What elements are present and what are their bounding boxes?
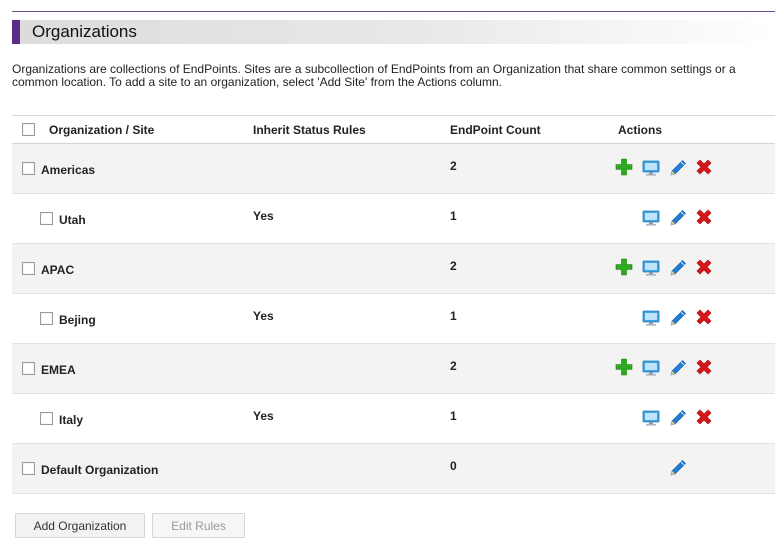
monitor-icon[interactable] (641, 208, 661, 228)
endpoint-count: 1 (450, 209, 457, 223)
row-checkbox[interactable] (40, 212, 53, 225)
top-divider (12, 11, 775, 12)
organizations-table: Organization / Site Inherit Status Rules… (12, 115, 775, 494)
pencil-icon[interactable] (668, 308, 688, 328)
row-checkbox[interactable] (22, 462, 35, 475)
inherit-status-value: Yes (253, 309, 274, 323)
endpoint-count: 1 (450, 409, 457, 423)
site-name: Bejing (59, 313, 96, 327)
endpoint-count: 0 (450, 459, 457, 473)
column-header-inherit[interactable]: Inherit Status Rules (253, 123, 366, 137)
organization-name: APAC (41, 263, 75, 277)
plus-icon[interactable] (614, 157, 634, 177)
column-header-actions: Actions (618, 123, 663, 137)
delete-icon[interactable] (694, 207, 714, 227)
row-checkbox[interactable] (40, 412, 53, 425)
endpoint-count: 2 (450, 159, 457, 173)
pencil-icon[interactable] (668, 258, 688, 278)
add-organization-button[interactable]: Add Organization (15, 513, 145, 538)
table-row: APAC 2 (12, 244, 775, 294)
table-row: Bejing Yes 1 (12, 294, 775, 344)
site-name: Italy (59, 413, 84, 427)
table-row: Americas 2 (12, 144, 775, 194)
delete-icon[interactable] (694, 307, 714, 327)
delete-icon[interactable] (694, 257, 714, 277)
table-header: Organization / Site Inherit Status Rules… (12, 115, 775, 144)
inherit-status-value: Yes (253, 409, 274, 423)
edit-rules-button[interactable]: Edit Rules (152, 513, 245, 538)
row-checkbox[interactable] (22, 162, 35, 175)
column-header-count[interactable]: EndPoint Count (450, 123, 541, 137)
section-header: Organizations (12, 20, 775, 44)
endpoint-count: 2 (450, 259, 457, 273)
select-all-checkbox[interactable] (22, 123, 35, 136)
page-title: Organizations (32, 22, 137, 41)
intro-text: Organizations are collections of EndPoin… (12, 62, 736, 89)
delete-icon[interactable] (694, 407, 714, 427)
table-row: Utah Yes 1 (12, 194, 775, 244)
pencil-icon[interactable] (668, 158, 688, 178)
header-accent-bar (12, 20, 20, 44)
organization-name: Default Organization (41, 463, 159, 477)
table-row: EMEA 2 (12, 344, 775, 394)
monitor-icon[interactable] (641, 308, 661, 328)
table-row: Default Organization 0 (12, 444, 775, 494)
table-row: Italy Yes 1 (12, 394, 775, 444)
pencil-icon[interactable] (668, 358, 688, 378)
organization-name: EMEA (41, 363, 76, 377)
monitor-icon[interactable] (641, 408, 661, 428)
plus-icon[interactable] (614, 257, 634, 277)
row-checkbox[interactable] (40, 312, 53, 325)
column-header-org-site[interactable]: Organization / Site (49, 123, 154, 137)
monitor-icon[interactable] (641, 158, 661, 178)
site-name: Utah (59, 213, 86, 227)
inherit-status-value: Yes (253, 209, 274, 223)
endpoint-count: 2 (450, 359, 457, 373)
pencil-icon[interactable] (668, 458, 688, 478)
monitor-icon[interactable] (641, 258, 661, 278)
monitor-icon[interactable] (641, 358, 661, 378)
delete-icon[interactable] (694, 157, 714, 177)
row-checkbox[interactable] (22, 362, 35, 375)
plus-icon[interactable] (614, 357, 634, 377)
row-checkbox[interactable] (22, 262, 35, 275)
endpoint-count: 1 (450, 309, 457, 323)
delete-icon[interactable] (694, 357, 714, 377)
organization-name: Americas (41, 163, 96, 177)
pencil-icon[interactable] (668, 208, 688, 228)
pencil-icon[interactable] (668, 408, 688, 428)
